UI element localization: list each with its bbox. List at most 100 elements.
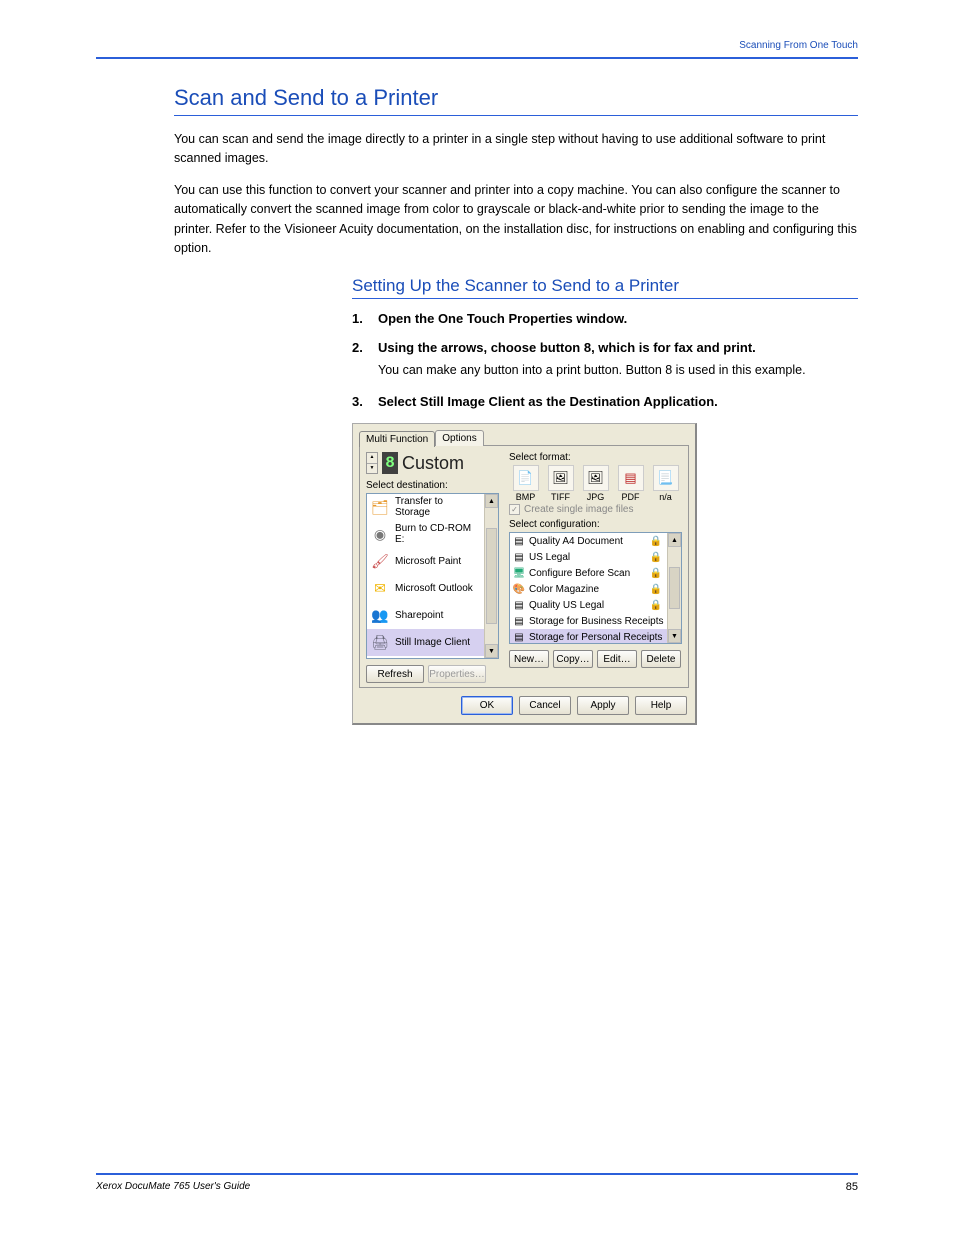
scroll-up-icon[interactable]: ▲	[668, 533, 681, 547]
destination-label: Microsoft Paint	[395, 556, 461, 567]
config-label: US Legal	[529, 552, 570, 563]
button-number-display: 8	[382, 452, 398, 474]
destination-item-burn-cd[interactable]: ◉ Burn to CD-ROM E:	[367, 521, 484, 548]
select-format-label: Select format:	[509, 452, 682, 463]
apply-button[interactable]: Apply	[577, 696, 629, 715]
picture-icon: 🖼	[583, 465, 609, 491]
new-button[interactable]: New…	[509, 650, 549, 668]
destination-item-transfer-storage[interactable]: 🗂 Transfer to Storage	[367, 494, 484, 521]
folder-icon: 🗂	[371, 499, 389, 515]
pages-icon: ▤	[513, 631, 525, 643]
lock-icon: 🔒	[650, 536, 662, 547]
copy-button[interactable]: Copy…	[553, 650, 593, 668]
config-configure-before-scan[interactable]: 🖥 Configure Before Scan 🔒	[510, 565, 667, 581]
step-subtext: You can make any button into a print but…	[378, 361, 806, 380]
step-body: Select Still Image Client as the Destina…	[378, 394, 718, 409]
step-body: Using the arrows, choose button 8, which…	[378, 340, 806, 355]
subsection-title: Setting Up the Scanner to Send to a Prin…	[352, 276, 858, 296]
scroll-down-icon[interactable]: ▼	[668, 629, 681, 643]
refresh-button[interactable]: Refresh	[366, 665, 424, 683]
destination-item-paint[interactable]: 🖌 Microsoft Paint	[367, 548, 484, 575]
config-label: Configure Before Scan	[529, 568, 630, 579]
format-pdf[interactable]: ▤ PDF	[614, 465, 647, 502]
format-na[interactable]: 📃 n/a	[649, 465, 682, 502]
config-label: Quality A4 Document	[529, 536, 623, 547]
config-quality-us-legal[interactable]: ▤ Quality US Legal 🔒	[510, 597, 667, 613]
select-configuration-label: Select configuration:	[509, 519, 682, 530]
step-3: 3. Select Still Image Client as the Dest…	[352, 394, 858, 409]
palette-icon: 🎨	[513, 583, 525, 595]
scroll-up-icon[interactable]: ▲	[485, 494, 498, 508]
section-paragraph-1: You can scan and send the image directly…	[174, 130, 858, 169]
delete-button[interactable]: Delete	[641, 650, 681, 668]
destination-item-still-image-client[interactable]: 🖨 Still Image Client	[367, 629, 484, 656]
tab-strip: Multi Function Options	[359, 430, 689, 446]
brush-icon: 🖌	[371, 553, 389, 569]
format-label: TIFF	[544, 492, 577, 502]
create-single-label: Create single image files	[524, 504, 634, 515]
format-jpg[interactable]: 🖼 JPG	[579, 465, 612, 502]
format-tiff[interactable]: 🖼 TIFF	[544, 465, 577, 502]
pages-icon: ▤	[513, 535, 525, 547]
properties-button: Properties…	[428, 665, 486, 683]
dialog-buttons: OK Cancel Apply Help	[359, 696, 689, 715]
scroll-thumb[interactable]	[669, 567, 680, 609]
format-label: PDF	[614, 492, 647, 502]
subsection-setup: Setting Up the Scanner to Send to a Prin…	[352, 276, 858, 409]
tab-options[interactable]: Options	[435, 430, 483, 446]
header-rule	[96, 57, 858, 59]
section-rule	[174, 115, 858, 116]
destination-item-sharepoint[interactable]: 👥 Sharepoint	[367, 602, 484, 629]
section-title: Scan and Send to a Printer	[174, 85, 858, 111]
config-storage-personal-receipts[interactable]: ▤ Storage for Personal Receipts	[510, 629, 667, 643]
help-button[interactable]: Help	[635, 696, 687, 715]
picture-icon: 🖼	[548, 465, 574, 491]
button-number-stepper[interactable]: ▲ ▼	[366, 452, 378, 474]
pages-icon: ▤	[513, 551, 525, 563]
config-us-legal[interactable]: ▤ US Legal 🔒	[510, 549, 667, 565]
chevron-up-icon[interactable]: ▲	[367, 453, 377, 464]
configuration-list[interactable]: ▤ Quality A4 Document 🔒 ▤ US Legal 🔒 🖥 C…	[509, 532, 682, 644]
chevron-down-icon[interactable]: ▼	[367, 464, 377, 474]
lock-icon: 🔒	[650, 600, 662, 611]
create-single-row: ✓ Create single image files	[509, 504, 682, 515]
text-icon: 📃	[653, 465, 679, 491]
scroll-down-icon[interactable]: ▼	[485, 644, 498, 658]
config-storage-business-receipts[interactable]: ▤ Storage for Business Receipts	[510, 613, 667, 629]
config-quality-a4[interactable]: ▤ Quality A4 Document 🔒	[510, 533, 667, 549]
config-color-magazine[interactable]: 🎨 Color Magazine 🔒	[510, 581, 667, 597]
step-list: 1. Open the One Touch Properties window.…	[352, 311, 858, 409]
printer-icon: 🖨	[371, 634, 389, 650]
format-label: BMP	[509, 492, 542, 502]
section-scan-send-printer: Scan and Send to a Printer You can scan …	[174, 85, 858, 258]
checkbox-create-single[interactable]: ✓	[509, 504, 520, 515]
config-label: Storage for Business Receipts	[529, 616, 664, 627]
pane-left: ▲ ▼ 8 Custom Select destination: 🗂 Trans…	[366, 452, 499, 683]
destination-label: Sharepoint	[395, 610, 443, 621]
destination-item-outlook[interactable]: ✉ Microsoft Outlook	[367, 575, 484, 602]
monitor-icon: 🖥	[513, 567, 525, 579]
pages-icon: ▤	[513, 615, 525, 627]
step-body: Open the One Touch Properties window.	[378, 311, 627, 326]
cancel-button[interactable]: Cancel	[519, 696, 571, 715]
edit-button[interactable]: Edit…	[597, 650, 637, 668]
scrollbar[interactable]: ▲ ▼	[484, 494, 498, 658]
tab-pane: ▲ ▼ 8 Custom Select destination: 🗂 Trans…	[359, 445, 689, 688]
format-row: 📄 BMP 🖼 TIFF 🖼 JPG ▤ PDF	[509, 465, 682, 502]
scrollbar[interactable]: ▲ ▼	[667, 533, 681, 643]
destination-list[interactable]: 🗂 Transfer to Storage ◉ Burn to CD-ROM E…	[366, 493, 499, 659]
format-bmp[interactable]: 📄 BMP	[509, 465, 542, 502]
lock-icon: 🔒	[650, 552, 662, 563]
page-icon: 📄	[513, 465, 539, 491]
step-1: 1. Open the One Touch Properties window.	[352, 311, 858, 326]
envelope-icon: ✉	[371, 580, 389, 596]
lock-icon: 🔒	[650, 568, 662, 579]
page-number: 85	[846, 1181, 858, 1193]
scroll-thumb[interactable]	[486, 528, 497, 624]
format-label: JPG	[579, 492, 612, 502]
subsection-rule	[352, 298, 858, 299]
footer-left: Xerox DocuMate 765 User's Guide	[96, 1181, 250, 1193]
tab-multi-function[interactable]: Multi Function	[359, 431, 435, 447]
ok-button[interactable]: OK	[461, 696, 513, 715]
destination-label: Burn to CD-ROM E:	[395, 523, 480, 545]
